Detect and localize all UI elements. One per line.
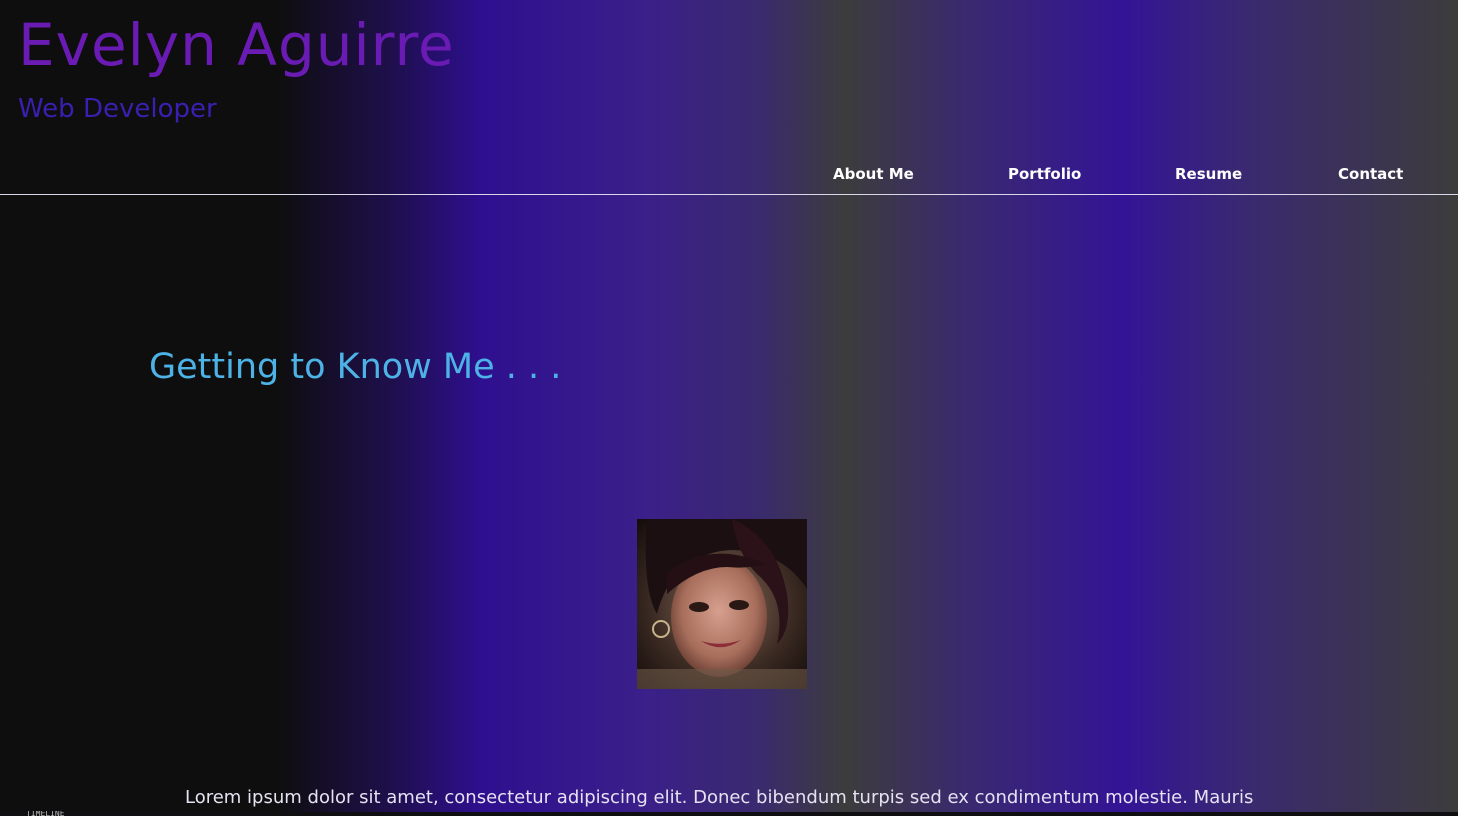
- portrait-image: [637, 519, 807, 689]
- main-nav: About Me Portfolio Resume Contact: [0, 162, 1458, 186]
- bio-paragraph: Lorem ipsum dolor sit amet, consectetur …: [185, 787, 1254, 808]
- header-divider: [0, 194, 1458, 195]
- profile-photo: [637, 519, 807, 689]
- nav-link-contact[interactable]: Contact: [1338, 162, 1403, 186]
- nav-link-resume[interactable]: Resume: [1175, 162, 1242, 186]
- timeline-label[interactable]: TIMELINE: [26, 811, 65, 816]
- about-heading: Getting to Know Me . . .: [149, 347, 562, 387]
- site-subtitle: Web Developer: [18, 94, 217, 124]
- devtools-strip: [0, 812, 1458, 816]
- nav-link-about-me[interactable]: About Me: [833, 162, 914, 186]
- nav-link-portfolio[interactable]: Portfolio: [1008, 162, 1081, 186]
- site-title: Evelyn Aguirre: [18, 11, 455, 79]
